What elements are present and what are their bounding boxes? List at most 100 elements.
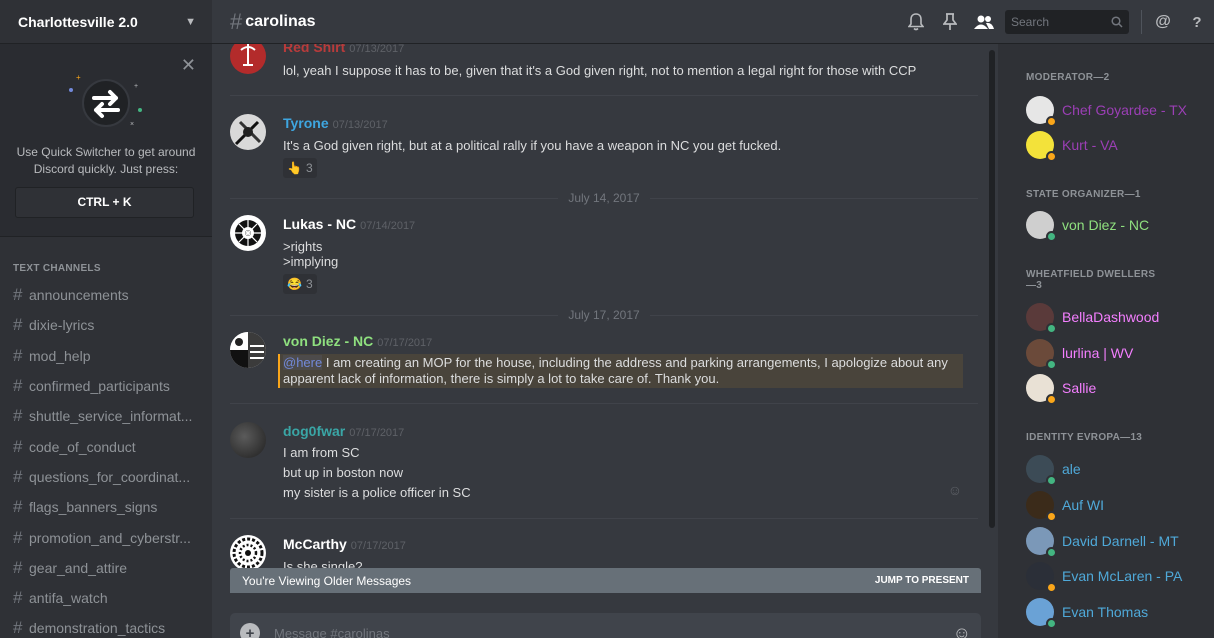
add-reaction-icon[interactable]: ☺ — [948, 482, 962, 498]
message-timestamp: 07/13/2017 — [349, 44, 405, 55]
message-composer[interactable]: + Message #carolinas ☺ — [230, 613, 981, 638]
upload-plus-icon[interactable]: + — [240, 623, 260, 638]
avatar[interactable] — [230, 44, 266, 74]
message-author[interactable]: Red Shirt — [283, 44, 345, 55]
avatar — [1026, 211, 1057, 242]
hash-icon: # — [230, 8, 243, 34]
avatar — [1026, 303, 1057, 334]
avatar[interactable] — [230, 535, 266, 568]
member-item[interactable]: von Diez - NC — [1026, 209, 1149, 242]
hash-icon: # — [13, 618, 23, 638]
member-item[interactable]: Chef Goyardee - TX — [1026, 94, 1187, 127]
message-divider — [230, 95, 978, 96]
sidebar-channel[interactable]: # shuttle_service_informat... — [0, 401, 212, 431]
avatar[interactable] — [230, 422, 266, 458]
message-author[interactable]: McCarthy — [283, 536, 347, 552]
reaction-emoji: 👆 — [287, 161, 302, 175]
message-list: Red Shirt 07/13/2017 lol, yeah I suppose … — [212, 44, 988, 568]
chevron-down-icon[interactable]: ▼ — [185, 16, 196, 28]
hash-icon: # — [13, 406, 23, 426]
message-scrollbar[interactable] — [988, 50, 996, 638]
scrollbar-thumb[interactable] — [989, 50, 995, 528]
mention-highlight: @here I am creating an MOP for the house… — [278, 354, 963, 388]
message-author[interactable]: von Diez - NC — [283, 333, 373, 349]
header-toolbar: Search @ ? — [899, 0, 1214, 44]
member-name: ale — [1062, 461, 1081, 477]
member-item[interactable]: BellaDashwood — [1026, 301, 1159, 334]
avatar[interactable] — [230, 332, 266, 368]
channel-header: # carolinas Search @ ? — [212, 0, 1214, 44]
search-icon — [1111, 16, 1123, 28]
avatar[interactable] — [230, 114, 266, 150]
status-indicator-icon — [1046, 359, 1057, 370]
sidebar-channel[interactable]: # mod_help — [0, 341, 212, 371]
reaction-count: 3 — [305, 277, 313, 291]
status-indicator-icon — [1046, 394, 1057, 405]
member-item[interactable]: Kurt - VA — [1026, 129, 1118, 162]
member-name: Evan Thomas — [1062, 604, 1149, 620]
hash-icon: # — [13, 466, 23, 486]
status-indicator-icon — [1046, 547, 1057, 558]
message-divider — [230, 403, 978, 404]
svg-text:+: + — [134, 83, 138, 90]
sidebar-channel[interactable]: # demonstration_tactics — [0, 613, 212, 638]
channel-name: mod_help — [29, 347, 91, 364]
avatar — [1026, 527, 1057, 558]
member-list-icon[interactable] — [967, 14, 1001, 30]
member-item[interactable]: lurlina | WV — [1026, 337, 1134, 370]
status-indicator-icon — [1046, 116, 1057, 127]
sidebar-channel[interactable]: # promotion_and_cyberstr... — [0, 522, 212, 552]
status-indicator-icon — [1046, 618, 1057, 629]
server-header[interactable]: Charlottesville 2.0 ▼ — [0, 0, 212, 44]
member-item[interactable]: Evan Thomas — [1026, 596, 1149, 629]
emoji-picker-icon[interactable]: ☺ — [953, 623, 971, 638]
member-item[interactable]: ale — [1026, 453, 1081, 486]
member-item[interactable]: Sallie — [1026, 372, 1096, 405]
close-icon[interactable]: ✕ — [181, 56, 196, 74]
sidebar-channel[interactable]: # flags_banners_signs — [0, 492, 212, 522]
date-label: July 17, 2017 — [568, 308, 640, 322]
search-input[interactable]: Search — [1005, 10, 1129, 34]
status-indicator-icon — [1046, 582, 1057, 593]
swap-arrows-icon: + + × — [69, 73, 142, 128]
member-name: lurlina | WV — [1062, 345, 1134, 361]
sidebar-channel[interactable]: # questions_for_coordinat... — [0, 462, 212, 492]
message-timestamp: 07/17/2017 — [350, 540, 406, 552]
sidebar-channel[interactable]: # confirmed_participants — [0, 371, 212, 401]
sidebar-channel[interactable]: # announcements — [0, 280, 212, 310]
message-text: I am from SC — [283, 445, 360, 460]
message-author[interactable]: dog0fwar — [283, 423, 345, 439]
date-divider: July 14, 2017 — [230, 191, 979, 205]
bell-icon[interactable] — [899, 13, 933, 31]
text-channels-header[interactable]: TEXT CHANNELS — [13, 263, 101, 274]
member-item[interactable]: Auf WI — [1026, 489, 1104, 522]
message-text: It's a God given right, but at a politic… — [283, 138, 782, 153]
help-icon[interactable]: ? — [1180, 14, 1214, 31]
jump-to-present-button[interactable]: JUMP TO PRESENT — [875, 575, 969, 586]
channel-name: antifa_watch — [29, 590, 108, 607]
mention-tag[interactable]: @here — [283, 355, 323, 370]
sidebar-channel[interactable]: # gear_and_attire — [0, 553, 212, 583]
message-author[interactable]: Tyrone — [283, 115, 329, 131]
sidebar-channel[interactable]: # dixie-lyrics — [0, 310, 212, 340]
member-name: Evan McLaren - PA — [1062, 568, 1183, 584]
reaction[interactable]: 😂 3 — [283, 274, 317, 294]
reaction[interactable]: 👆 3 — [283, 158, 317, 178]
message: McCarthy 07/17/2017 Is she single? — [230, 535, 978, 568]
sidebar-channel[interactable]: # antifa_watch — [0, 583, 212, 613]
avatar[interactable] — [230, 215, 266, 251]
member-item[interactable]: Evan McLaren - PA — [1026, 560, 1183, 593]
svg-text:×: × — [130, 121, 134, 128]
server-name: Charlottesville 2.0 — [18, 13, 138, 30]
sidebar-channel[interactable]: # code_of_conduct — [0, 431, 212, 461]
channel-name: promotion_and_cyberstr... — [29, 529, 191, 546]
quick-switcher-shortcut[interactable]: CTRL + K — [15, 187, 194, 218]
pin-icon[interactable] — [933, 13, 967, 31]
mention-icon[interactable]: @ — [1146, 13, 1180, 31]
message-text: apparent lack of information, there is s… — [283, 371, 720, 386]
avatar — [1026, 131, 1057, 162]
hash-icon: # — [13, 588, 23, 608]
hash-icon: # — [13, 527, 23, 547]
message-author[interactable]: Lukas - NC — [283, 216, 356, 232]
member-item[interactable]: David Darnell - MT — [1026, 525, 1179, 558]
